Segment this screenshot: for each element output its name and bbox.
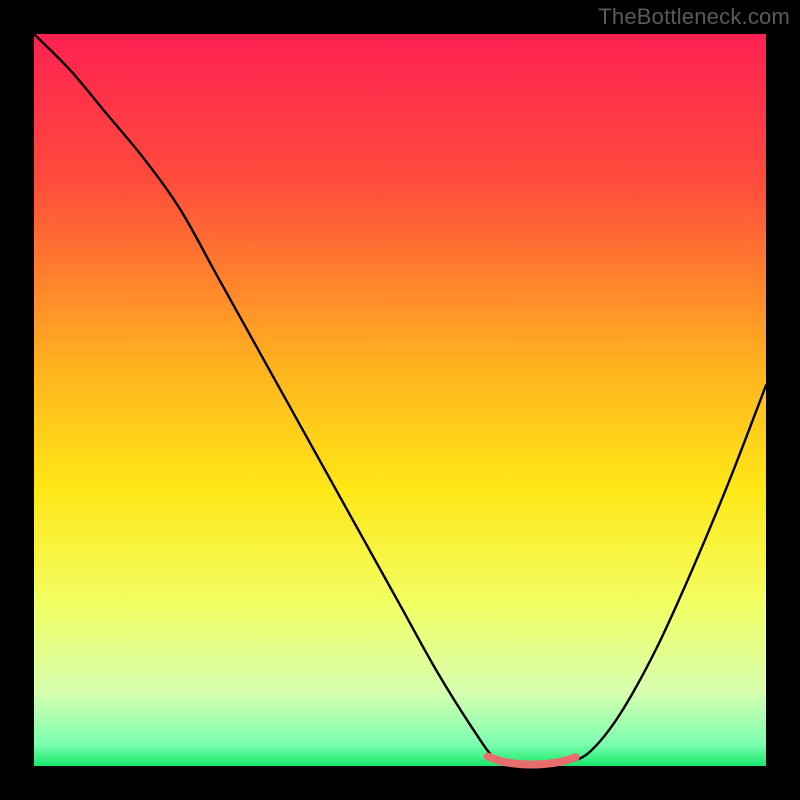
plot-area bbox=[34, 34, 766, 766]
watermark: TheBottleneck.com bbox=[598, 4, 790, 30]
chart-container: { "watermark": "TheBottleneck.com", "cha… bbox=[0, 0, 800, 800]
bottleneck-chart bbox=[0, 0, 800, 800]
